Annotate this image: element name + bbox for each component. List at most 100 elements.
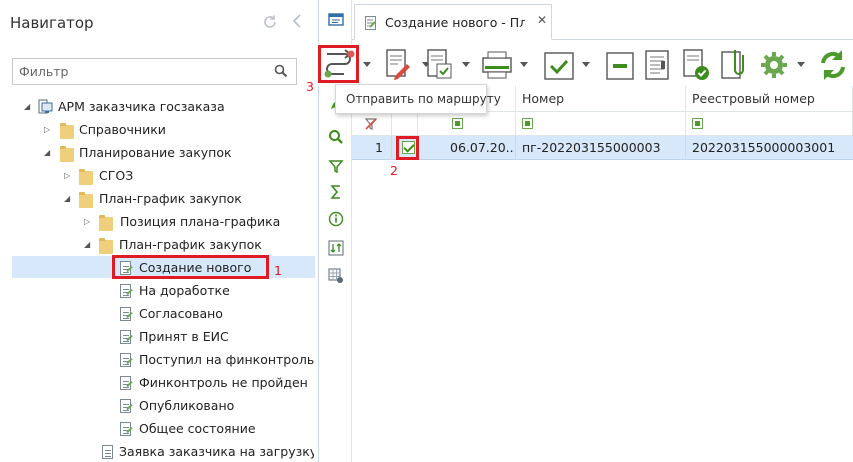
folder-icon [60,123,74,139]
collapsed-arrow-icon[interactable]: ▷ [84,212,92,232]
chevron-down-icon[interactable] [520,62,528,67]
document-edit-icon [120,353,131,367]
refresh-icon[interactable] [816,46,850,84]
folder-icon [79,169,93,185]
tree-item-customer-request[interactable]: Заявка заказчика на загрузку ... [100,442,314,462]
expanded-arrow-icon[interactable]: ◢ [64,189,72,209]
data-grid: Номер Реестровый номер 1 06.07.20... пг-… [352,86,853,462]
tree-item-procurement-planning[interactable]: ◢ Планирование закупок [44,143,314,163]
sum-icon[interactable] [328,184,344,200]
filter-cell-number[interactable] [516,112,686,136]
filter-box-icon[interactable] [522,118,533,129]
tab-create-new[interactable]: Создание нового - План... ✕ [354,4,552,40]
tree-item-approved[interactable]: Согласовано [118,304,308,324]
filter-field[interactable] [12,58,297,85]
gear-icon[interactable] [758,46,790,84]
tree-item-label: Опубликовано [139,398,235,413]
navigator-toggle-icon[interactable] [328,12,344,28]
filter-box-icon[interactable] [452,118,463,129]
approve-document-button[interactable] [422,46,458,84]
remove-button[interactable] [602,46,638,84]
document-icon [102,445,113,459]
tree-item-catalogs[interactable]: ▷ Справочники [44,120,314,140]
filter-funnel-icon[interactable] [328,158,344,174]
annotation-number-3: 3 [306,79,314,94]
filter-input[interactable] [13,59,263,84]
tree-item-label: Общее состояние [139,421,256,436]
tree-item-label: Планирование закупок [79,145,232,160]
tree-item-label: Принят в ЕИС [139,329,229,344]
tree-item-sgoz[interactable]: ▷ СГОЗ [64,166,314,186]
attachment-button[interactable] [718,46,748,84]
row-index: 1 [352,136,392,160]
filter-cell-registry[interactable] [686,112,853,136]
collapsed-arrow-icon[interactable]: ▷ [44,120,52,140]
column-header-number[interactable]: Номер [516,86,686,112]
tree-item-plan-schedule-folder[interactable]: ◢ План-график закупок [64,189,314,209]
row-date: 06.07.20... [418,136,516,160]
clear-filter-cell[interactable] [352,112,392,136]
document-edit-icon [120,330,131,344]
collapse-left-icon[interactable] [291,12,305,30]
refresh-icon[interactable] [262,14,278,30]
folder-icon [79,192,93,208]
clear-filter-icon[interactable] [364,117,378,131]
filter-cell-date[interactable] [418,112,516,136]
close-icon[interactable]: ✕ [537,13,547,27]
document-edit-icon [365,16,377,33]
tree-item-accepted-eis[interactable]: Принят в ЕИС [118,327,308,347]
document-edit-icon [120,307,131,321]
tree-item-label: Согласовано [139,306,223,321]
document-edit-icon [120,376,131,390]
collapsed-arrow-icon[interactable]: ▷ [64,166,72,186]
tree-item-arm[interactable]: ◢ АРМ заказчика госзаказа [24,97,314,117]
chevron-down-icon[interactable] [363,62,371,67]
document-edit-icon [120,284,131,298]
expanded-arrow-icon[interactable]: ◢ [84,235,92,255]
edit-document-button[interactable] [381,46,417,84]
send-by-route-button[interactable] [318,45,359,83]
folder-icon [99,238,113,254]
folder-icon [60,146,74,162]
filter-box-icon[interactable] [692,118,703,129]
tree-item-plan-position[interactable]: ▷ Позиция плана-графика [84,212,314,232]
navigator-panel: Навигатор ◢ АРМ заказчика госзаказа ▷ Сп… [0,0,319,462]
report-document-button[interactable] [642,46,672,84]
navigator-title: Навигатор [10,14,94,32]
tooltip-send-by-route: Отправить по маршруту [335,84,501,114]
tree-item-label: Поступил на финконтроль [139,352,315,367]
filter-cell-select[interactable] [392,112,418,136]
tree-item-published[interactable]: Опубликовано [118,396,308,416]
row-number: пг-202203155000003 [516,136,686,160]
column-header-registry-number[interactable]: Реестровый номер [686,86,853,112]
signed-document-button[interactable] [680,46,714,84]
document-edit-icon [120,399,131,413]
tab-bar: Создание нового - План... ✕ [352,0,853,40]
tree-item-label: План-график закупок [99,191,242,206]
chevron-down-icon[interactable] [582,62,590,67]
chevron-down-icon[interactable] [797,62,805,67]
tree-item-label: Заявка заказчика на загрузку ... [119,444,314,459]
annotation-box-2 [396,136,419,160]
print-button[interactable] [478,46,514,84]
info-icon[interactable] [328,211,344,227]
expanded-arrow-icon[interactable]: ◢ [24,97,32,117]
grid-settings-icon[interactable] [328,268,344,284]
folder-icon [99,215,113,231]
sort-icon[interactable] [328,240,344,256]
tree-item-plan-schedule[interactable]: ◢ План-график закупок [84,235,314,255]
search-zoom-icon[interactable] [328,129,344,145]
expanded-arrow-icon[interactable]: ◢ [44,143,52,163]
tree-item-fincontrol-received[interactable]: Поступил на финконтроль [118,350,314,370]
document-edit-icon [120,422,131,436]
check-button[interactable] [540,46,576,84]
tree-item-label: Позиция плана-графика [120,214,281,229]
annotation-box-1 [112,255,269,279]
search-icon[interactable] [274,64,288,78]
tree-item-on-revision[interactable]: На доработке [118,281,308,301]
tree-item-overall-status[interactable]: Общее состояние [118,419,308,439]
tree-item-fincontrol-failed[interactable]: Финконтроль не пройден [118,373,308,393]
chevron-down-icon[interactable] [462,62,470,67]
table-row[interactable]: 1 06.07.20... пг-202203155000003 2022031… [352,136,853,160]
annotation-number-2: 2 [390,163,398,178]
